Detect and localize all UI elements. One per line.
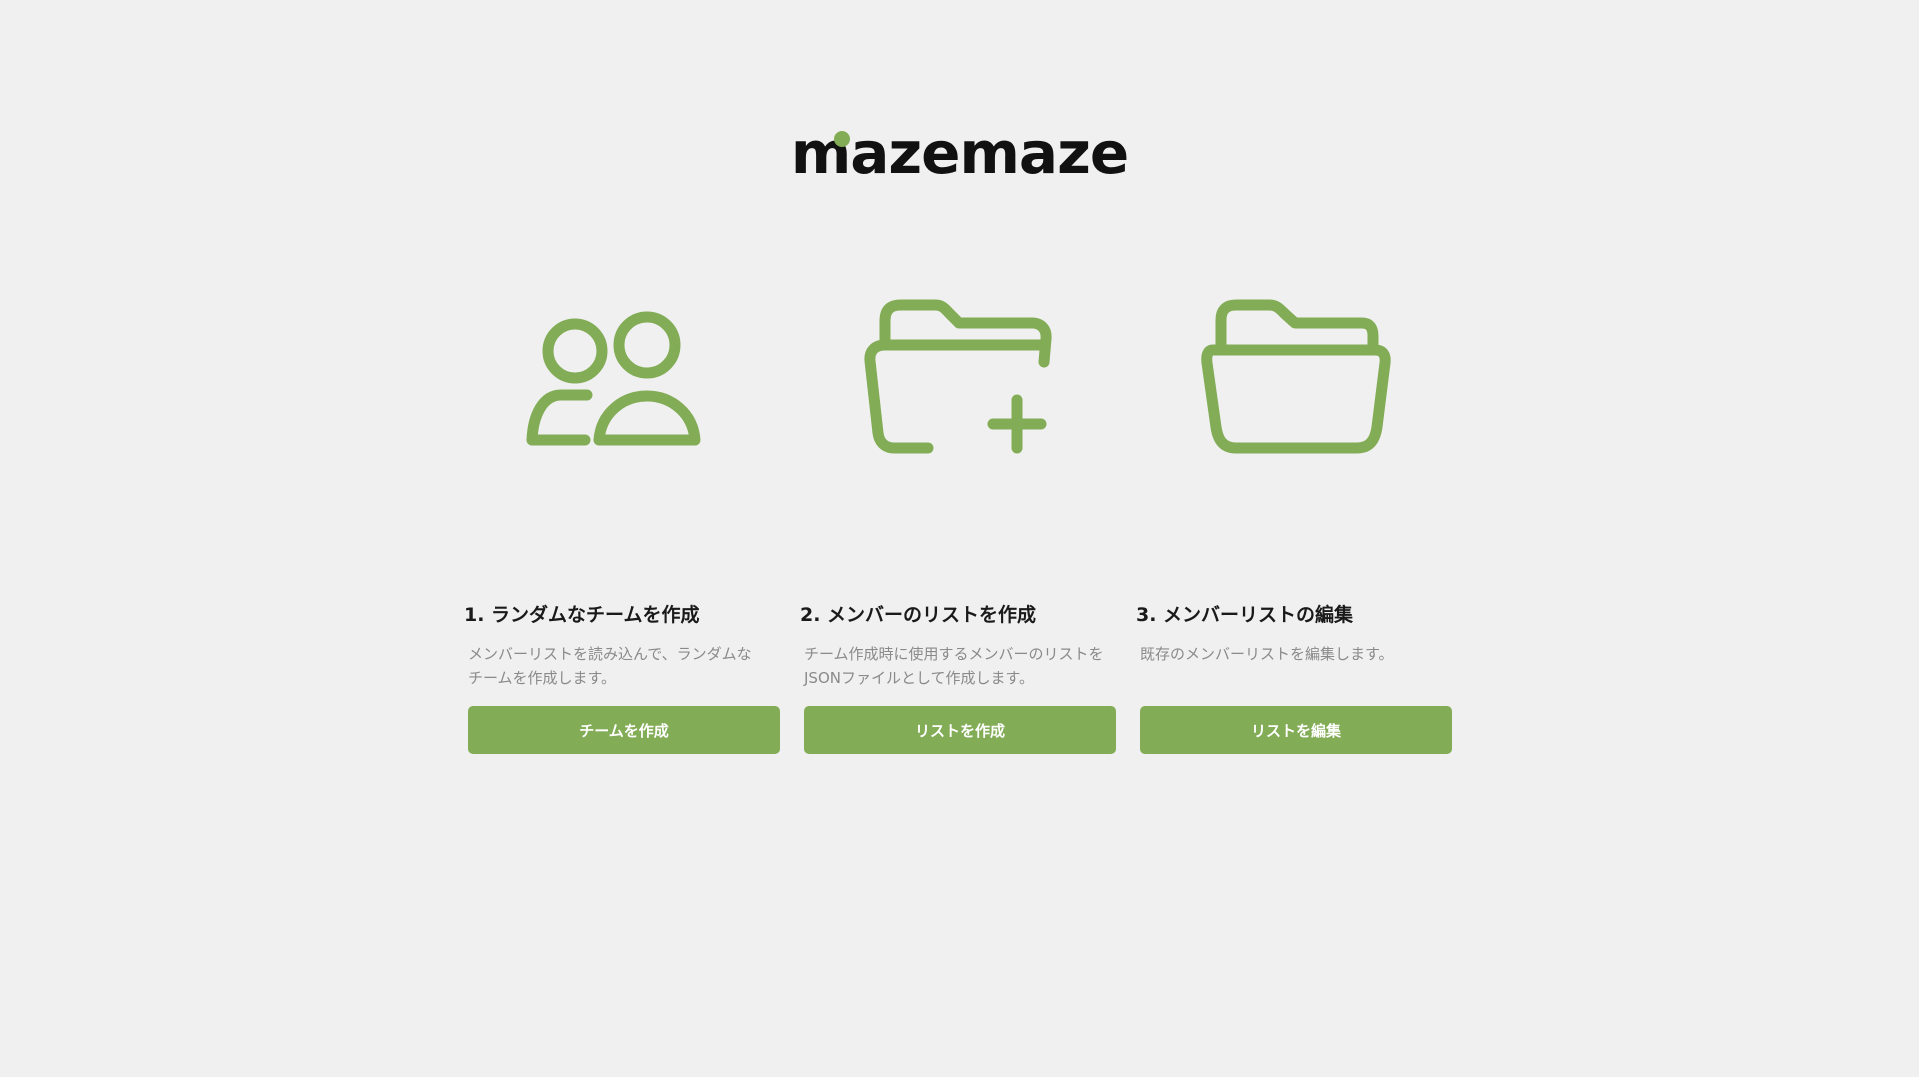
card-description: チーム作成時に使用するメンバーのリストを JSONファイルとして作成します。 — [804, 645, 1104, 687]
card-description: メンバーリストを読み込んで、ランダムな チームを作成します。 — [468, 645, 752, 687]
card-title: 3. メンバーリストの編集 — [1136, 604, 1354, 626]
folder-open-icon — [1201, 299, 1391, 454]
card-title: 2. メンバーのリストを作成 — [800, 604, 1037, 626]
folder-plus-icon — [864, 299, 1052, 454]
card-description: 既存のメンバーリストを編集します。 — [1140, 645, 1394, 663]
card-create-team: 1. ランダムなチームを作成 メンバーリストを読み込んで、ランダムな チームを作… — [461, 0, 781, 1077]
home-page: mazemaze 1. ランダムなチームを作成 メンバーリストを読み込んで、ラン… — [0, 0, 1919, 1077]
card-title: 1. ランダムなチームを作成 — [464, 604, 700, 626]
create-list-button[interactable]: リストを作成 — [804, 706, 1116, 754]
create-team-button[interactable]: チームを作成 — [468, 706, 780, 754]
users-icon — [526, 311, 701, 446]
edit-list-button[interactable]: リストを編集 — [1140, 706, 1452, 754]
card-create-list: 2. メンバーのリストを作成 チーム作成時に使用するメンバーのリストを JSON… — [797, 0, 1117, 1077]
card-edit-list: 3. メンバーリストの編集 既存のメンバーリストを編集します。 リストを編集 — [1133, 0, 1453, 1077]
